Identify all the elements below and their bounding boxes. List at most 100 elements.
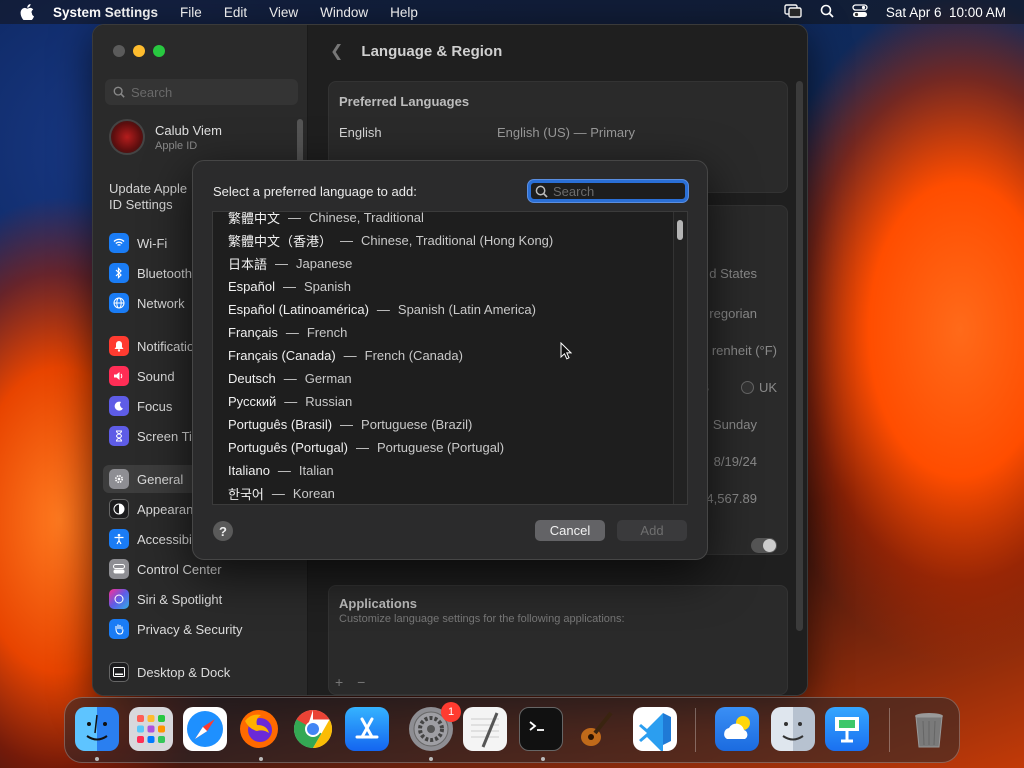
content-scrollbar[interactable] xyxy=(796,81,803,631)
language-option[interactable]: Français (Canada) — French (Canada) xyxy=(228,344,463,367)
apple-menu-icon[interactable] xyxy=(19,4,35,20)
apple-id-account[interactable]: Calub Viem Apple ID xyxy=(109,119,222,155)
wifi-icon xyxy=(109,233,129,253)
sidebar-item-network[interactable]: Network xyxy=(109,292,185,314)
toggle-switch[interactable] xyxy=(751,538,777,553)
measurement-uk-option[interactable]: UK xyxy=(740,380,777,395)
spotlight-search-icon[interactable] xyxy=(820,4,834,21)
separator: — xyxy=(284,394,298,409)
date-format-value[interactable]: 8/19/24 xyxy=(714,454,757,469)
language-native-name: 繁體中文 xyxy=(228,211,281,226)
firefox-icon[interactable] xyxy=(237,707,281,751)
menu-app-name[interactable]: System Settings xyxy=(53,5,158,20)
sidebar-scrollbar[interactable] xyxy=(297,119,303,163)
back-chevron-icon[interactable]: ❮ xyxy=(330,41,343,61)
separator: — xyxy=(271,486,285,501)
language-option[interactable]: Italiano — Italian xyxy=(228,459,334,482)
launchpad-icon[interactable] xyxy=(129,707,173,751)
language-option[interactable]: Português (Portugal) — Portuguese (Portuga… xyxy=(228,436,504,459)
finder-icon[interactable] xyxy=(75,707,119,751)
chrome-icon[interactable] xyxy=(291,707,335,751)
language-option[interactable]: 日本語 — Japanese xyxy=(228,252,352,275)
menu-file[interactable]: File xyxy=(180,5,202,20)
sidebar-item-focus[interactable]: Focus xyxy=(109,395,172,417)
finder-alt-icon[interactable] xyxy=(771,707,815,751)
cancel-button[interactable]: Cancel xyxy=(535,520,605,541)
add-button[interactable]: Add xyxy=(617,520,687,541)
language-english-name: Japanese xyxy=(296,256,353,271)
update-apple-id-link[interactable]: Update Apple ID Settings xyxy=(109,181,199,213)
language-english-name: Italian xyxy=(298,463,334,478)
separator: — xyxy=(285,325,299,340)
sidebar-item-sound[interactable]: Sound xyxy=(109,365,175,387)
appearance-icon xyxy=(109,499,129,519)
preferred-language-name[interactable]: English xyxy=(339,125,382,140)
menu-view[interactable]: View xyxy=(269,5,298,20)
running-indicator xyxy=(429,757,433,761)
language-option[interactable]: Español — Spanish xyxy=(228,275,351,298)
menubar-clock[interactable]: Sat Apr 6 10:00 AM xyxy=(886,5,1006,20)
weather-icon[interactable] xyxy=(715,707,759,751)
calendar-value[interactable]: regorian xyxy=(709,306,757,321)
language-search-field[interactable] xyxy=(528,180,688,202)
language-option[interactable]: 繁體中文 — Chinese, Traditional xyxy=(228,211,424,229)
region-value[interactable]: d States xyxy=(709,266,757,281)
dock-icon xyxy=(109,662,129,682)
trash-icon[interactable] xyxy=(907,707,951,751)
textedit-icon[interactable] xyxy=(463,707,507,751)
sidebar-search[interactable] xyxy=(105,79,298,105)
language-option[interactable]: Português (Brasil) — Portuguese (Brazil) xyxy=(228,413,472,436)
menu-window[interactable]: Window xyxy=(320,5,368,20)
language-option[interactable]: 繁體中文（香港） — Chinese, Traditional (Hong Kong… xyxy=(228,229,553,252)
control-center-icon[interactable] xyxy=(852,3,868,21)
minimize-window-button[interactable] xyxy=(133,45,145,57)
add-application-button[interactable]: + xyxy=(335,674,343,690)
preferred-languages-title: Preferred Languages xyxy=(339,94,470,109)
temperature-value[interactable]: renheit (°F) xyxy=(712,343,777,358)
language-option[interactable]: Русский — Russian xyxy=(228,390,352,413)
garageband-icon[interactable] xyxy=(573,707,617,751)
page-title: Language & Region xyxy=(361,42,503,60)
terminal-icon[interactable] xyxy=(519,707,563,751)
language-list-scrollbar[interactable] xyxy=(673,212,687,504)
help-button[interactable]: ? xyxy=(213,521,233,541)
applications-pane: Applications Customize language settings… xyxy=(328,585,788,695)
sidebar-item-label: Sound xyxy=(137,368,175,384)
keynote-icon[interactable] xyxy=(825,707,869,751)
sidebar-item-control-center[interactable]: Control Center xyxy=(109,558,222,580)
scrollbar-thumb[interactable] xyxy=(677,220,683,240)
language-native-name: 한국어 xyxy=(228,487,264,502)
sidebar-item-desktop-dock[interactable]: Desktop & Dock xyxy=(109,661,230,683)
close-window-button[interactable] xyxy=(113,45,125,57)
safari-icon[interactable] xyxy=(183,707,227,751)
siri-icon xyxy=(109,589,129,609)
remove-application-button[interactable]: − xyxy=(357,674,365,690)
sidebar-item-privacy-security[interactable]: Privacy & Security xyxy=(109,618,242,640)
mouse-pointer-icon xyxy=(560,341,573,365)
screen-mirroring-icon[interactable] xyxy=(784,3,802,21)
separator: — xyxy=(288,211,302,225)
number-format-value[interactable]: 4,567.89 xyxy=(706,491,757,506)
notification-badge: 1 xyxy=(441,702,461,722)
language-option[interactable]: 한국어 — Korean xyxy=(228,482,335,504)
system-settings-icon[interactable]: 1 xyxy=(409,702,461,751)
menu-edit[interactable]: Edit xyxy=(224,5,247,20)
sidebar-item-bluetooth[interactable]: Bluetooth xyxy=(109,262,192,284)
language-option[interactable]: Deutsch — German xyxy=(228,367,352,390)
sidebar-search-input[interactable] xyxy=(131,84,281,100)
zoom-window-button[interactable] xyxy=(153,45,165,57)
bell-icon xyxy=(109,336,129,356)
vscode-icon[interactable] xyxy=(633,707,677,753)
menu-help[interactable]: Help xyxy=(390,5,418,20)
sidebar-item-label: Wi-Fi xyxy=(137,235,168,251)
language-list[interactable]: 繁體中文 — Chinese, Traditional 繁體中文（香港） — Chine… xyxy=(212,211,688,505)
sidebar-item-wifi[interactable]: Wi-Fi xyxy=(109,232,167,254)
language-option[interactable]: Français — French xyxy=(228,321,347,344)
language-option[interactable]: Español (Latinoamérica) — Spanish (Latin A… xyxy=(228,298,536,321)
account-subtitle: Apple ID xyxy=(155,139,198,152)
separator: — xyxy=(343,348,357,363)
first-day-value[interactable]: Sunday xyxy=(713,417,757,432)
app-store-icon[interactable] xyxy=(345,707,389,751)
sidebar-item-siri-spotlight[interactable]: Siri & Spotlight xyxy=(109,588,222,610)
language-search-input[interactable] xyxy=(553,183,673,199)
